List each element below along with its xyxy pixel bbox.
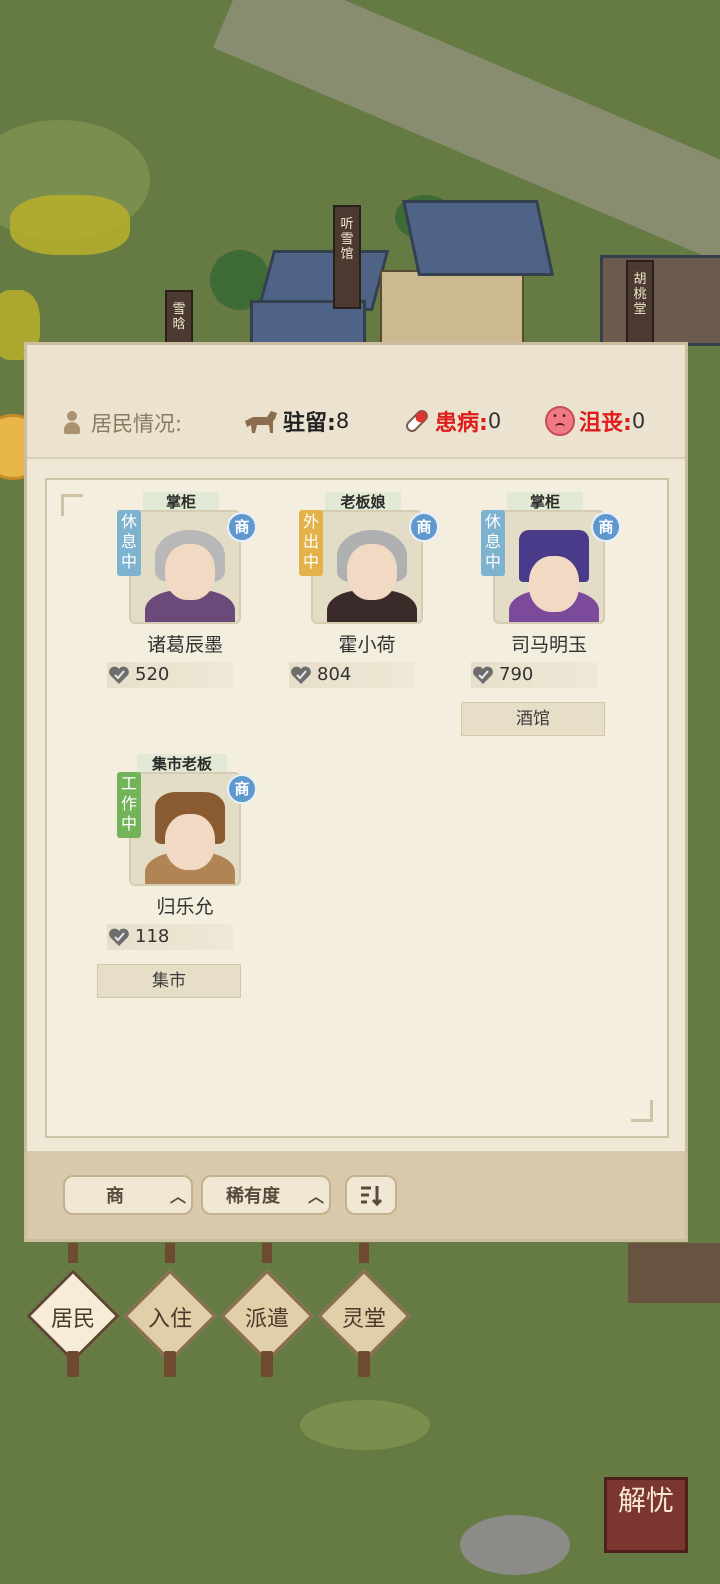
depressed-value: 0 [631,409,646,433]
resident-power: 118 [107,924,233,950]
tab-label: 居民 [50,1307,95,1332]
tab-peg [164,1351,176,1377]
sort-order-icon [361,1186,383,1206]
sad-face-icon [545,406,575,436]
roof [401,200,555,276]
stationed-label: 驻留: [283,411,336,436]
type-filter-dropdown[interactable]: 商 ︿ [63,1175,193,1215]
status-badge: 工作中 [117,772,141,838]
filter-bar: 商 ︿ 稀有度 ︿ [27,1151,685,1239]
portrait-face [347,544,397,600]
corner-ornament [631,1100,653,1122]
power-value: 790 [499,664,534,685]
portrait-face [165,544,215,600]
sort-label: 稀有度 [226,1186,280,1207]
residents-panel: 居民情况: 驻留: 8 患病: 0 沮丧: 0 [24,342,688,1242]
tab-label: 派遣 [244,1307,289,1332]
chevron-up-icon: ︿ [169,1187,186,1206]
workplace-button[interactable]: 集市 [97,964,241,998]
residents-status: 居民情况: [63,408,182,438]
resident-role: 老板娘 [325,492,401,512]
residents-status-label: 居民情况: [91,412,183,436]
stationed-stat: 驻留: 8 [243,405,349,437]
resident-power: 804 [289,662,415,688]
rock [460,1515,570,1575]
power-value: 118 [135,926,170,947]
tab-dispatch[interactable]: 派遣 [220,1243,314,1377]
status-badge: 休息中 [481,510,505,576]
tab-label: 灵堂 [341,1307,386,1332]
sick-label: 患病: [435,411,488,436]
resident-list: 掌柜 休息中 商 诸葛辰墨 520 老板娘 外出中 商 霍小荷 804 掌柜 休… [45,478,669,1138]
tab-hanger [165,1243,175,1263]
resident-role: 掌柜 [143,492,219,512]
map-sign[interactable]: 听雪馆 [333,205,361,309]
merchant-tag: 商 [227,512,257,542]
depressed-label: 沮丧: [579,411,632,436]
sort-order-button[interactable] [345,1175,397,1215]
corner-ornament [61,494,83,516]
resident-name: 霍小荷 [338,634,396,656]
merchant-tag: 商 [591,512,621,542]
tab-checkin[interactable]: 入住 [123,1243,217,1377]
portrait-face [165,814,215,870]
resident-portrait[interactable] [129,772,241,886]
heart-icon [109,666,129,684]
heart-icon [109,928,129,946]
tab-peg [67,1351,79,1377]
resident-name: 归乐允 [156,896,214,918]
type-filter-label: 商 [106,1186,124,1207]
chevron-up-icon: ︿ [307,1187,324,1206]
merchant-tag: 商 [409,512,439,542]
status-badge: 外出中 [299,510,323,576]
resident-card[interactable]: 集市老板 工作中 商 归乐允 118 集市 [97,754,277,1014]
power-value: 804 [317,664,352,685]
portrait-face [529,556,579,612]
power-value: 520 [135,664,170,685]
resident-card[interactable]: 老板娘 外出中 商 霍小荷 804 [279,492,459,752]
resident-card[interactable]: 掌柜 休息中 商 司马明玉 790 酒馆 [461,492,641,752]
tab-hanger [68,1243,78,1263]
resident-power: 790 [471,662,597,688]
resident-portrait[interactable] [311,510,423,624]
resident-power: 520 [107,662,233,688]
resident-card[interactable]: 掌柜 休息中 商 诸葛辰墨 520 [97,492,277,752]
grass-patch [300,1400,430,1450]
person-icon [63,411,81,435]
tab-label: 入住 [147,1307,192,1332]
heart-icon [473,666,493,684]
resident-portrait[interactable] [129,510,241,624]
roof [600,255,720,346]
sort-dropdown[interactable]: 稀有度 ︿ [201,1175,331,1215]
tab-peg [261,1351,273,1377]
depressed-stat: 沮丧: 0 [545,405,645,437]
tab-hanger [262,1243,272,1263]
resident-role: 集市老板 [137,754,227,774]
heart-icon [291,666,311,684]
sick-stat: 患病: 0 [403,405,501,437]
resident-name: 司马明玉 [510,634,587,656]
panel-header: 居民情况: 驻留: 8 患病: 0 沮丧: 0 [27,345,685,459]
merchant-tag: 商 [227,774,257,804]
workplace-button[interactable]: 酒馆 [461,702,605,736]
house [380,270,524,344]
tab-peg [358,1351,370,1377]
resident-portrait[interactable] [493,510,605,624]
horse-icon [245,411,277,433]
tab-hanger [359,1243,369,1263]
sick-value: 0 [487,409,502,433]
resident-role: 掌柜 [507,492,583,512]
tab-residents[interactable]: 居民 [26,1243,120,1377]
map-sign[interactable]: 胡桃堂 [626,260,654,354]
jieyou-button[interactable]: 解忧 [604,1477,688,1553]
flower-bush [10,195,130,255]
tab-memorial-hall[interactable]: 灵堂 [317,1243,411,1377]
pill-icon [406,410,428,432]
resident-name: 诸葛辰墨 [146,634,223,656]
fence [628,1243,720,1303]
stationed-value: 8 [335,409,350,433]
status-badge: 休息中 [117,510,141,576]
